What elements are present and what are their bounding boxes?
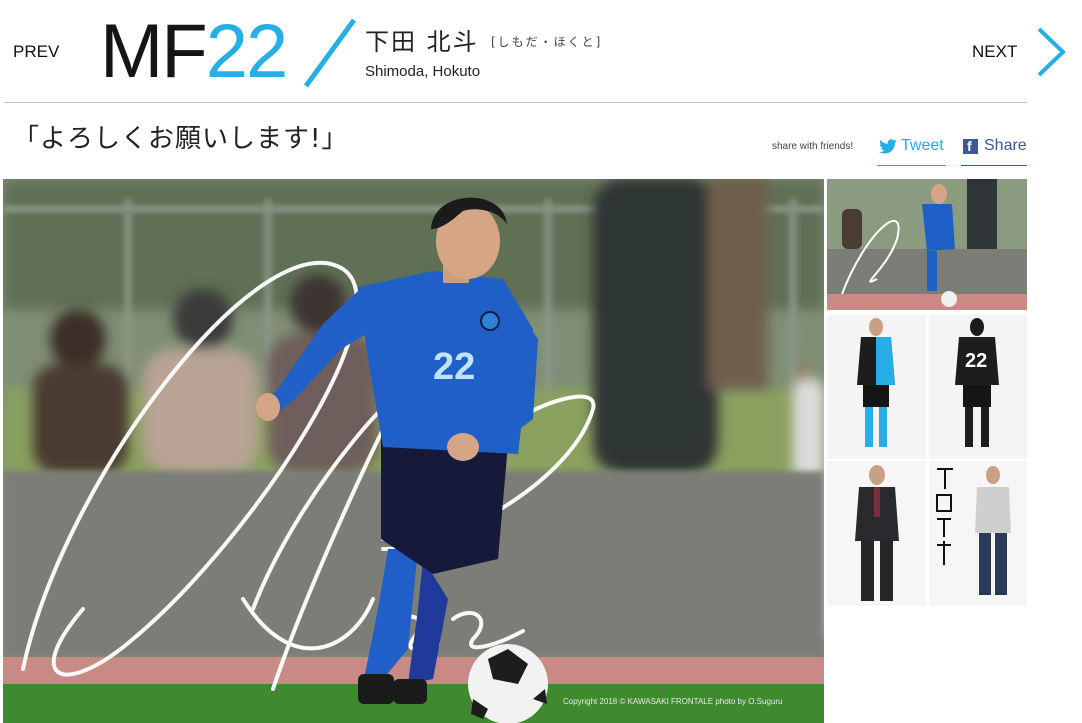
player-name-jp: 下田 北斗 xyxy=(365,28,479,56)
thumbnail-casual[interactable] xyxy=(929,461,1027,606)
facebook-share-button[interactable]: f Share xyxy=(961,135,1027,166)
main-player-photo: 22 Copyright 2018 © KAWASAKI FRONTALE ph… xyxy=(3,179,824,723)
facebook-icon: f xyxy=(963,138,978,154)
thumbnail-uniform-back[interactable]: 22 xyxy=(929,315,1027,459)
share-label: share with friends! xyxy=(772,141,854,152)
jersey-number: 22 xyxy=(433,346,475,388)
thumbnail-suit[interactable] xyxy=(827,461,926,606)
position-label: MF xyxy=(100,9,208,94)
player-name-en: Shimoda, Hokuto xyxy=(365,63,481,80)
thumbnail-action[interactable] xyxy=(827,179,1027,310)
number-label: 22 xyxy=(205,9,289,94)
chevron-right-icon[interactable] xyxy=(1034,26,1068,78)
player-position-number: MF22 xyxy=(100,9,289,94)
player-name-kana: [しもだ・ほくと] xyxy=(491,35,603,49)
share-label-text: Share xyxy=(984,137,1027,154)
tweet-button[interactable]: Tweet xyxy=(877,135,946,166)
photo-illustration: 22 xyxy=(3,179,824,723)
photo-credit: Copyright 2018 © KAWASAKI FRONTALE photo… xyxy=(563,697,783,706)
thumbnail-uniform-front[interactable] xyxy=(827,315,926,459)
catchphrase: 「よろしくお願いします!」 xyxy=(13,124,349,154)
svg-text:22: 22 xyxy=(965,350,987,372)
header-divider xyxy=(4,102,1027,103)
prev-button[interactable]: PREV xyxy=(13,42,59,62)
tweet-label: Tweet xyxy=(901,137,944,154)
twitter-bird-icon xyxy=(879,139,897,154)
next-button[interactable]: NEXT xyxy=(972,42,1017,62)
slash-decoration xyxy=(303,18,357,88)
ball xyxy=(468,644,548,723)
